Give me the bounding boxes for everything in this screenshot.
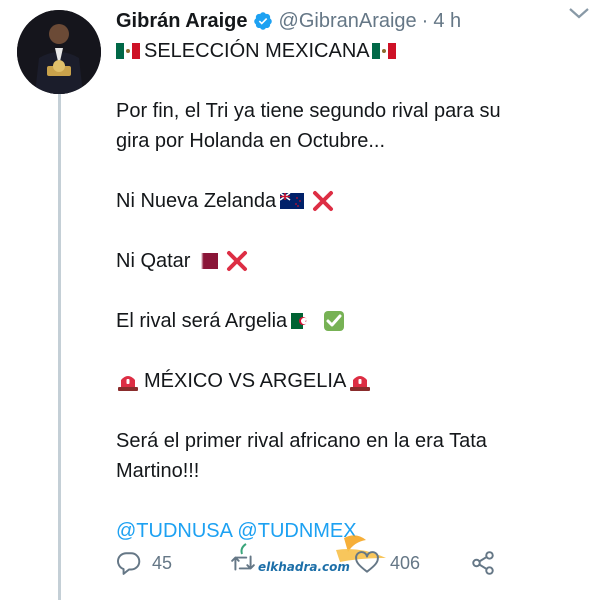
tweet-line-6: El rival será Argelia — [116, 306, 556, 336]
new-zealand-flag-icon — [280, 193, 305, 209]
separator-dot: · — [421, 9, 429, 32]
tweet-line-4: Ni Nueva Zelanda — [116, 186, 556, 216]
algeria-flag-icon — [291, 313, 316, 329]
like-count: 406 — [390, 552, 421, 573]
qatar-flag-icon — [194, 253, 219, 269]
siren-icon — [116, 370, 140, 392]
cross-mark-icon — [312, 190, 334, 212]
nz-text: Ni Nueva Zelanda — [116, 190, 277, 212]
tweet-line-9: Martino!!! — [116, 460, 200, 482]
tweet-line-1: SELECCIÓN MEXICANA — [116, 36, 556, 66]
tweet-line-7: MÉXICO VS ARGELIA — [116, 366, 556, 396]
tweet-line-8: Será el primer rival africano en la era … — [116, 430, 487, 452]
tweet-line-2: Por fin, el Tri ya tiene segundo rival p… — [116, 100, 501, 122]
mexico-flag-icon — [116, 43, 140, 59]
tweet-line-3: gira por Holanda en Octubre... — [116, 130, 386, 152]
chevron-down-icon[interactable] — [568, 6, 590, 20]
tweet-line-5: Ni Qatar — [116, 246, 556, 276]
reply-button[interactable]: 45 — [116, 550, 172, 576]
share-icon — [472, 551, 494, 575]
tweet-header: Gibrán Araige @GibranAraige · 4 h — [116, 6, 578, 36]
avatar[interactable] — [17, 10, 101, 94]
tweet-body: SELECCIÓN MEXICANA Por fin, el Tri ya ti… — [116, 36, 556, 546]
thread-line — [58, 92, 61, 600]
like-icon — [355, 551, 379, 573]
verified-badge-icon — [253, 11, 273, 31]
reply-icon — [117, 552, 141, 575]
avatar-image — [17, 10, 101, 94]
headline-text: SELECCIÓN MEXICANA — [144, 40, 370, 62]
cross-mark-icon — [226, 250, 248, 272]
retweet-icon — [231, 555, 255, 571]
retweet-button[interactable] — [230, 550, 266, 576]
qatar-text: Ni Qatar — [116, 250, 191, 272]
like-button[interactable]: 406 — [354, 550, 420, 576]
reply-count: 45 — [152, 552, 173, 573]
tweet-actions: 45 406 — [116, 550, 496, 586]
tweet-time[interactable]: 4 h — [433, 10, 461, 33]
author-handle[interactable]: @GibranAraige — [279, 10, 417, 33]
siren-icon — [348, 370, 372, 392]
author-name[interactable]: Gibrán Araige — [116, 10, 248, 33]
match-text: MÉXICO VS ARGELIA — [144, 370, 347, 392]
algeria-text: El rival será Argelia — [116, 310, 288, 332]
share-button[interactable] — [470, 550, 496, 576]
mexico-flag-icon — [371, 43, 396, 59]
check-mark-icon — [323, 310, 345, 332]
